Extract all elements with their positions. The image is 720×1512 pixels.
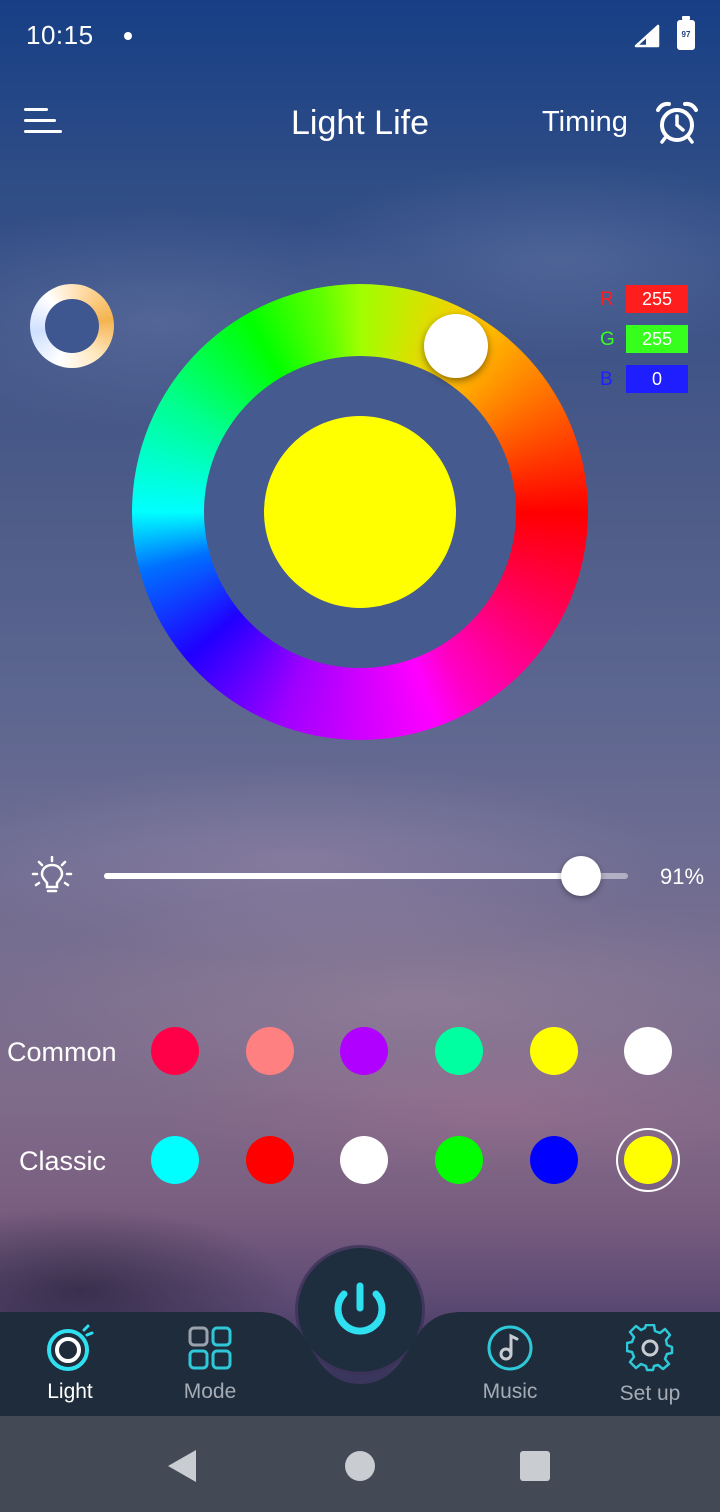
music-icon xyxy=(487,1325,533,1371)
recents-icon[interactable] xyxy=(520,1451,550,1481)
notification-dot-icon xyxy=(124,32,132,40)
nav-light-label: Light xyxy=(47,1380,93,1403)
brightness-bulb-icon xyxy=(31,856,73,893)
color-wheel-handle[interactable] xyxy=(424,314,488,378)
battery-level: 97 xyxy=(681,30,691,39)
common-color-swatch[interactable] xyxy=(435,1027,483,1075)
brightness-slider[interactable] xyxy=(104,856,628,896)
signal-icon xyxy=(634,24,660,48)
blue-value-box[interactable]: 0 xyxy=(626,365,688,393)
alarm-clock-icon[interactable] xyxy=(654,100,700,146)
classic-color-swatch[interactable] xyxy=(616,1128,680,1192)
nav-setup-label: Set up xyxy=(619,1382,681,1405)
battery-icon: 97 xyxy=(677,16,695,50)
gear-icon xyxy=(626,1324,674,1372)
rgb-letter-g: G xyxy=(600,329,615,350)
color-temperature-button[interactable] xyxy=(30,284,114,368)
brightness-value: 91% xyxy=(660,864,705,889)
bottom-nav: Light Mode Music Set up xyxy=(0,1312,720,1416)
color-preview xyxy=(264,416,456,608)
common-color-swatch[interactable] xyxy=(151,1027,199,1075)
rgb-letter-b: B xyxy=(600,369,613,390)
home-icon[interactable] xyxy=(345,1451,375,1481)
timing-button[interactable]: Timing xyxy=(542,106,628,139)
nav-setup[interactable]: Set up xyxy=(580,1312,720,1416)
brightness-slider-thumb[interactable] xyxy=(561,856,601,896)
brightness-slider-fill xyxy=(104,873,581,879)
nav-mode-label: Mode xyxy=(183,1380,237,1403)
rgb-letter-r: R xyxy=(600,289,614,310)
common-color-swatch[interactable] xyxy=(246,1027,294,1075)
common-color-swatch[interactable] xyxy=(624,1027,672,1075)
red-value-box[interactable]: 255 xyxy=(626,285,688,313)
classic-label: Classic xyxy=(19,1146,107,1176)
classic-color-swatch[interactable] xyxy=(246,1136,294,1184)
back-icon[interactable] xyxy=(166,1448,198,1484)
nav-light[interactable]: Light xyxy=(0,1312,140,1416)
nav-music-label: Music xyxy=(482,1380,538,1403)
green-value-box[interactable]: 255 xyxy=(626,325,688,353)
common-color-swatch[interactable] xyxy=(530,1027,578,1075)
classic-color-swatch[interactable] xyxy=(340,1136,388,1184)
classic-color-swatch[interactable] xyxy=(435,1136,483,1184)
classic-color-swatch[interactable] xyxy=(151,1136,199,1184)
system-nav-bar xyxy=(0,1416,720,1512)
status-bar: 10:15 97 xyxy=(0,0,720,76)
common-label: Common xyxy=(7,1037,117,1067)
nav-music[interactable]: Music xyxy=(440,1312,580,1416)
light-icon xyxy=(47,1324,94,1371)
nav-mode[interactable]: Mode xyxy=(140,1312,280,1416)
classic-color-swatch[interactable] xyxy=(530,1136,578,1184)
common-color-swatch[interactable] xyxy=(340,1027,388,1075)
mode-icon xyxy=(188,1326,232,1370)
status-time: 10:15 xyxy=(26,20,94,50)
